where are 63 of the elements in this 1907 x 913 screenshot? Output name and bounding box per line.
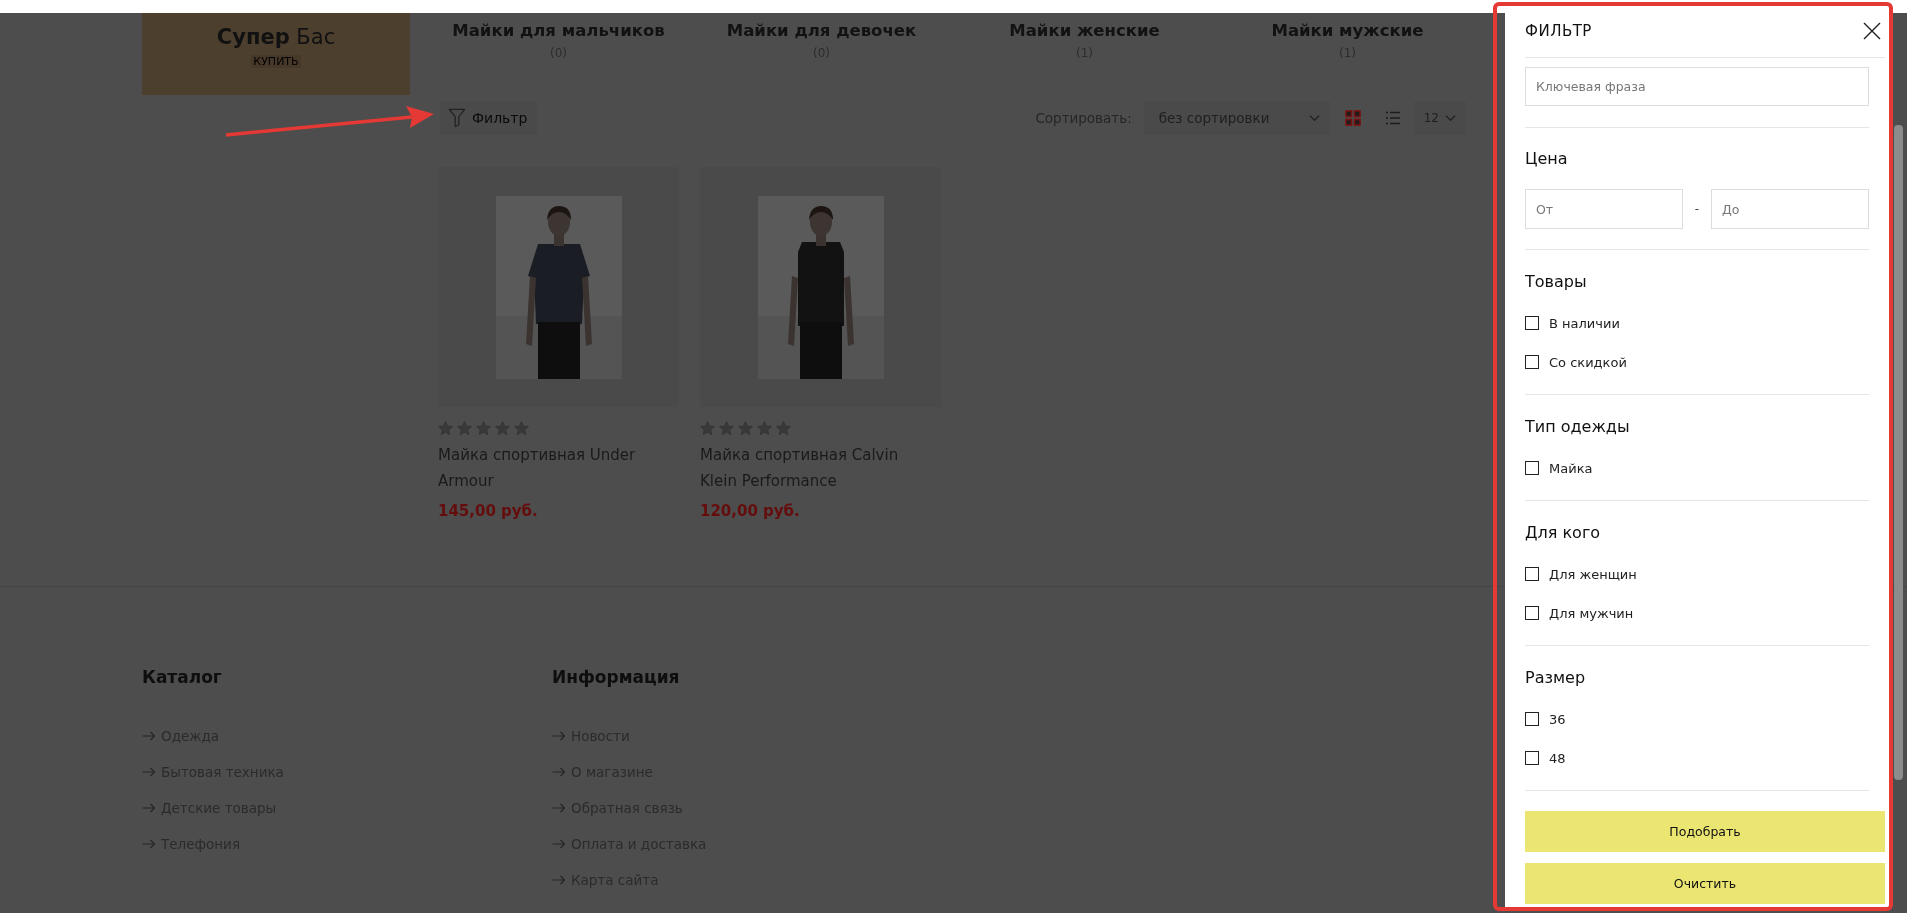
chevron-down-icon	[1445, 114, 1456, 122]
range-separator: -	[1693, 202, 1701, 216]
checkbox[interactable]	[1525, 355, 1539, 369]
funnel-icon	[448, 108, 466, 128]
arrow-right-icon	[552, 803, 566, 813]
empty-star-icon	[776, 421, 791, 436]
product-price: 145,00 руб.	[438, 502, 538, 520]
list-icon	[1384, 110, 1401, 126]
promo-banner[interactable]: Супер Бас КУПИТЬ	[142, 13, 410, 95]
category-link[interactable]: Майки для девочек	[726, 20, 917, 42]
arrow-right-icon	[142, 767, 156, 777]
product-price: 120,00 руб.	[700, 502, 800, 520]
empty-star-icon	[719, 421, 734, 436]
arrow-right-icon	[552, 731, 566, 741]
grid-icon	[1344, 110, 1361, 126]
checkbox-label[interactable]: Для мужчин	[1549, 605, 1634, 621]
checkbox[interactable]	[1525, 567, 1539, 581]
section-heading: Тип одежды	[1525, 417, 1631, 437]
arrow-right-icon	[552, 839, 566, 849]
arrow-right-icon	[552, 875, 566, 885]
checkbox-label[interactable]: Для женщин	[1549, 566, 1637, 582]
category-link[interactable]: Майки мужские	[1271, 20, 1424, 42]
category-link[interactable]: Майки для мальчиков	[452, 20, 665, 42]
section-heading: Товары	[1525, 272, 1588, 292]
checkbox[interactable]	[1525, 606, 1539, 620]
price-to-field[interactable]: До	[1711, 189, 1869, 229]
arrow-right-icon	[142, 731, 156, 741]
checkbox[interactable]	[1525, 751, 1539, 765]
category-link[interactable]: Майки женские	[1009, 20, 1160, 42]
empty-star-icon	[757, 421, 772, 436]
close-button[interactable]	[1861, 20, 1883, 42]
section-heading: Цена	[1525, 149, 1569, 169]
checkbox-label[interactable]: Со скидкой	[1549, 354, 1627, 370]
arrow-right-icon	[142, 803, 156, 813]
banner-title: Супер Бас	[216, 25, 336, 49]
checkbox-label[interactable]: 48	[1549, 750, 1566, 766]
scrollbar-thumb[interactable]	[1894, 125, 1903, 780]
price-from-field[interactable]: От	[1525, 189, 1683, 229]
arrow-right-icon	[142, 839, 156, 849]
section-heading: Для кого	[1525, 523, 1602, 543]
footer-heading: Каталог	[142, 667, 222, 687]
empty-star-icon	[700, 421, 715, 436]
footer-heading: Информация	[552, 667, 680, 687]
checkbox[interactable]	[1525, 316, 1539, 330]
panel-button[interactable]: Очистить	[1525, 863, 1885, 904]
keyword-field[interactable]: Ключевая фраза	[1525, 67, 1869, 106]
empty-star-icon	[738, 421, 753, 436]
checkbox[interactable]	[1525, 712, 1539, 726]
empty-star-icon	[495, 421, 510, 436]
checkbox-label[interactable]: В наличии	[1549, 315, 1620, 331]
arrow-right-icon	[552, 767, 566, 777]
filter-title: ФИЛЬТР	[1525, 22, 1592, 40]
checkbox-label[interactable]: 36	[1549, 711, 1566, 727]
chevron-down-icon	[1308, 114, 1320, 122]
empty-star-icon	[438, 421, 453, 436]
empty-star-icon	[514, 421, 529, 436]
empty-star-icon	[457, 421, 472, 436]
empty-star-icon	[476, 421, 491, 436]
checkbox-label[interactable]: Майка	[1549, 460, 1593, 476]
section-heading: Размер	[1525, 668, 1587, 688]
panel-button[interactable]: Подобрать	[1525, 811, 1885, 852]
buy-link[interactable]: КУПИТЬ	[251, 55, 301, 68]
checkbox[interactable]	[1525, 461, 1539, 475]
